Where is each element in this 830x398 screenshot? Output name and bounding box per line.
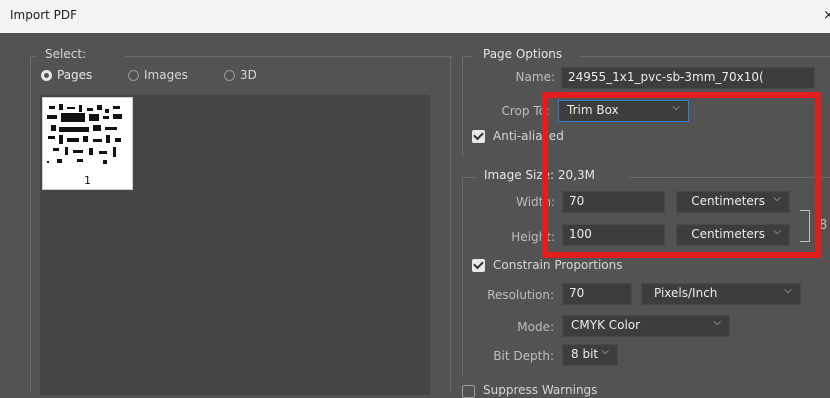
crop-to-label: Crop To: [501,104,551,118]
resolution-label: Resolution: [487,288,554,302]
bit-depth-label: Bit Depth: [493,349,554,363]
bit-depth-value: 8 bit [571,347,599,361]
page-options-border [462,56,472,57]
radio-images-indicator[interactable] [128,70,139,81]
page-options-label: Page Options [483,47,563,61]
radio-3d-indicator[interactable] [224,70,235,81]
title-bar: Import PDF × [0,0,830,33]
mode-dropdown[interactable]: CMYK Color ⌵ [562,315,730,337]
chevron-down-icon: ⌵ [784,285,792,296]
page-options-border-left [462,56,463,156]
mode-label: Mode: [517,320,554,334]
chevron-down-icon: ⌵ [601,346,609,357]
resolution-unit-dropdown[interactable]: Pixels/Inch ⌵ [641,283,801,305]
image-size-border-left [462,177,463,377]
page-number: 1 [84,174,91,187]
page-preview-image [47,104,122,164]
chevron-down-icon: ⌵ [713,317,721,328]
annotation-highlight-box [542,92,821,258]
anti-aliased-checkbox[interactable] [472,129,485,143]
select-group-border-right-v [450,56,451,392]
name-label: Name: [515,70,555,84]
radio-images-label[interactable]: Images [144,68,188,82]
constrain-proportions-checkbox[interactable] [472,258,485,272]
window-title: Import PDF [10,8,78,22]
page-thumbnail[interactable]: 1 [42,97,133,190]
bit-depth-dropdown[interactable]: 8 bit ⌵ [562,344,618,366]
radio-pages-indicator[interactable] [41,70,52,81]
select-label: Select: [45,47,87,61]
select-group-border-right [125,56,450,57]
suppress-warnings-label[interactable]: Suppress Warnings [483,383,597,397]
page-options-border-top-right [580,56,830,57]
close-icon[interactable]: × [823,8,830,23]
resolution-unit-value: Pixels/Inch [654,286,718,300]
constrain-proportions-label[interactable]: Constrain Proportions [493,258,623,272]
radio-pages-label[interactable]: Pages [57,68,92,82]
resolution-field[interactable]: 70 [562,283,632,305]
image-size-border [462,177,476,178]
mode-value: CMYK Color [571,318,641,332]
radio-3d-label[interactable]: 3D [240,68,257,82]
select-group-border-left [30,56,31,392]
name-field[interactable]: 24955_1x1_pvc-sb-3mm_70x10( [561,67,815,89]
